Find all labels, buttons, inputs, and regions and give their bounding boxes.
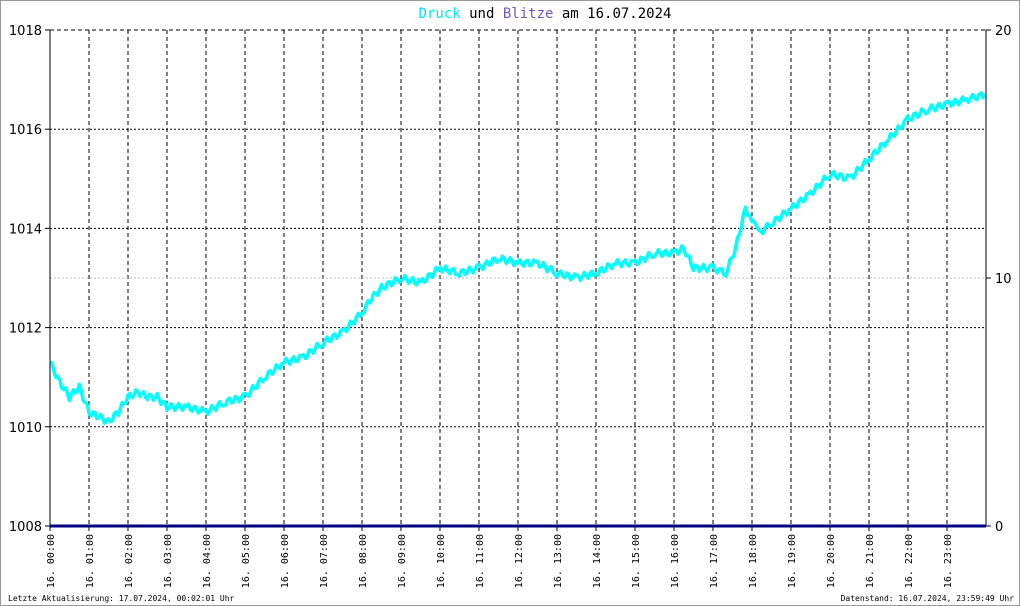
y-left-tick-label: 1012 — [9, 322, 42, 337]
title-date: am 16.07.2024 — [553, 6, 671, 22]
y-left-tick-label: 1008 — [9, 520, 42, 535]
x-tick-label: 16. 19:00 — [787, 534, 798, 588]
y-left-tick-label: 1014 — [9, 222, 42, 237]
x-tick-label: 16. 09:00 — [397, 534, 408, 588]
x-tick-label: 16. 05:00 — [241, 534, 252, 588]
x-tick-label: 16. 13:00 — [553, 534, 564, 588]
x-tick-label: 16. 21:00 — [865, 534, 876, 588]
footer-last-update: Letzte Aktualisierung: 17.07.2024, 00:02… — [8, 594, 235, 603]
x-tick-label: 16. 12:00 — [514, 534, 525, 588]
title-druck: Druck — [419, 6, 462, 22]
x-tick-label: 16. 03:00 — [163, 534, 174, 588]
x-tick-label: 16. 08:00 — [358, 534, 369, 588]
x-tick-label: 16. 18:00 — [748, 534, 759, 588]
title-und: und — [461, 6, 503, 22]
x-tick-label: 16. 00:00 — [46, 534, 57, 588]
pressure-chart: Druck und Blitze am 16.07.2024 16. 00:00… — [8, 6, 1015, 603]
y-right-tick-label: 20 — [995, 24, 1012, 39]
x-tick-label: 16. 14:00 — [592, 534, 603, 588]
y-right-tick-label: 0 — [995, 520, 1003, 535]
x-tick-label: 16. 17:00 — [709, 534, 720, 588]
x-tick-label: 16. 16:00 — [670, 534, 681, 588]
y-left-tick-label: 1016 — [9, 123, 42, 138]
x-tick-label: 16. 15:00 — [631, 534, 642, 588]
chart-title: Druck und Blitze am 16.07.2024 — [419, 6, 672, 22]
x-tick-label: 16. 01:00 — [85, 534, 96, 588]
x-tick-label: 16. 11:00 — [475, 534, 486, 588]
x-tick-label: 16. 22:00 — [904, 534, 915, 588]
x-tick-label: 16. 07:00 — [319, 534, 330, 588]
y-left-tick-label: 1010 — [9, 421, 42, 436]
footer-data-status: Datenstand: 16.07.2024, 23:59:49 Uhr — [841, 594, 1015, 603]
x-tick-label: 16. 10:00 — [436, 534, 447, 588]
x-tick-label: 16. 04:00 — [202, 534, 213, 588]
title-blitze: Blitze — [503, 6, 554, 22]
x-tick-label: 16. 23:00 — [943, 534, 954, 588]
x-tick-label: 16. 02:00 — [124, 534, 135, 588]
y-right-tick-label: 10 — [995, 272, 1012, 287]
y-left-tick-label: 1018 — [9, 24, 42, 39]
x-tick-label: 16. 20:00 — [826, 534, 837, 588]
x-tick-label: 16. 06:00 — [280, 534, 291, 588]
